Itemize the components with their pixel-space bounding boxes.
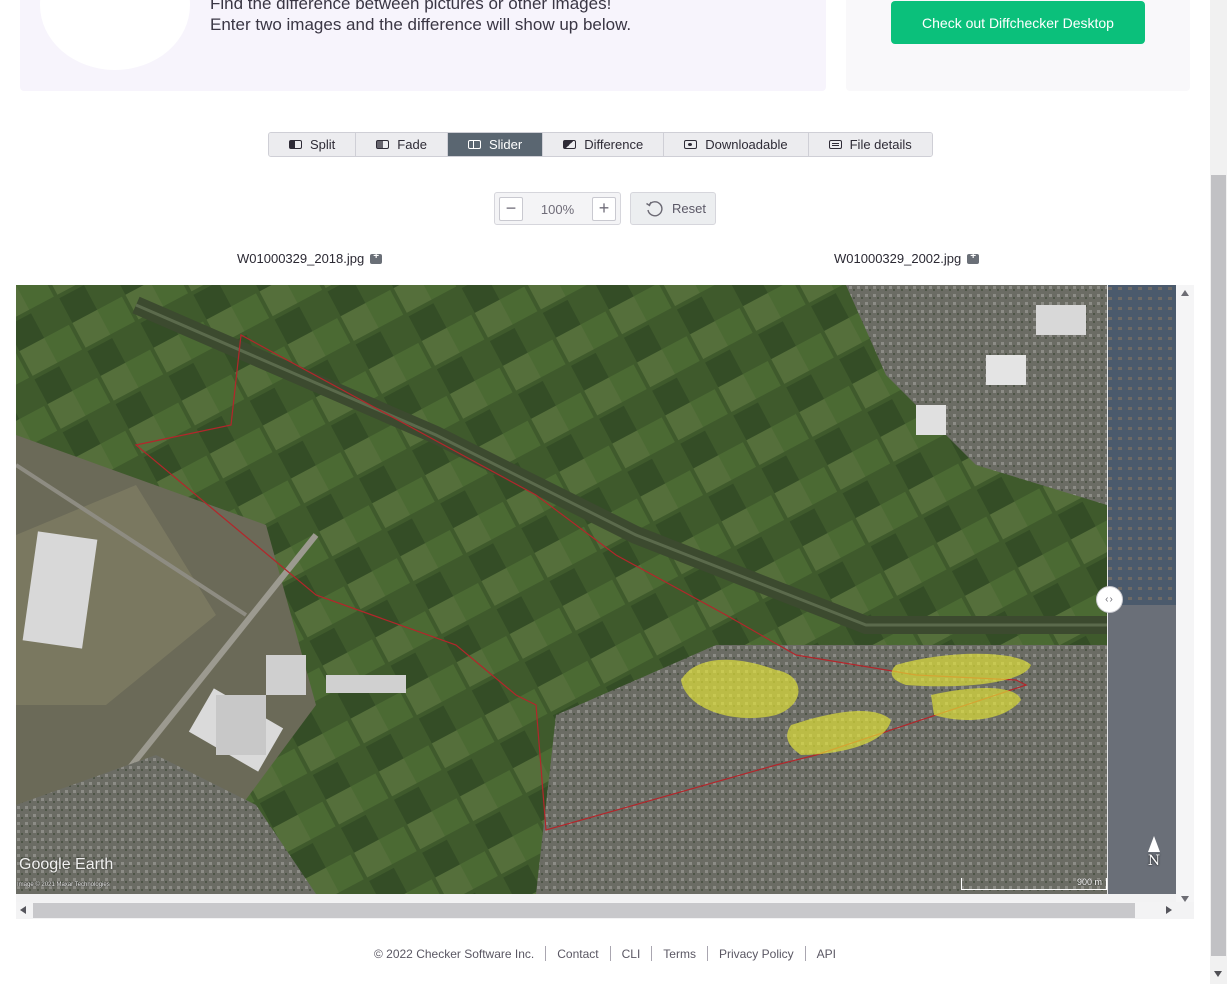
footer-link-api[interactable]: API [817, 947, 836, 961]
map-scale-bar: 900 m [961, 877, 1107, 890]
page-vertical-scrollbar[interactable] [1210, 0, 1227, 984]
tab-label: Downloadable [705, 137, 788, 152]
imagery-credit: Image © 2021 Maxar Technologies [17, 882, 110, 888]
footer-link-cli[interactable]: CLI [622, 947, 641, 961]
north-label: N [1147, 853, 1161, 869]
right-file-label: W01000329_2002.jpg [834, 251, 962, 266]
diffchecker-image-page: Find the difference between pictures or … [0, 0, 1227, 984]
tab-difference[interactable]: Difference [543, 133, 665, 156]
aerial-image-2018 [16, 285, 1176, 894]
slider-handle[interactable]: ‹› [1096, 586, 1123, 613]
slider-view-icon [467, 140, 481, 149]
tab-file-details[interactable]: File details [808, 133, 932, 156]
arrow-up-icon [1148, 836, 1160, 852]
change-file-icon[interactable] [967, 251, 980, 264]
intro-banner: Find the difference between pictures or … [20, 0, 826, 91]
image-comparison-viewer: ‹› Google Earth Image © 2021 Maxar Techn… [16, 285, 1194, 919]
right-file-name: W01000329_2002.jpg [834, 251, 980, 266]
footer-divider [706, 946, 708, 961]
file-details-icon [828, 140, 842, 149]
reset-label: Reset [672, 201, 706, 216]
fade-view-icon [376, 140, 390, 149]
split-view-icon [289, 140, 302, 149]
zoom-level: 100% [540, 202, 575, 217]
footer-link-privacy[interactable]: Privacy Policy [719, 947, 794, 961]
hero-illustration-circle [40, 0, 190, 70]
change-file-icon[interactable] [370, 251, 383, 264]
google-earth-watermark: Google Earth [19, 856, 114, 873]
scroll-left-icon[interactable] [20, 906, 26, 914]
footer-divider [804, 946, 806, 961]
tab-fade[interactable]: Fade [356, 133, 448, 156]
hero-headline: Find the difference between pictures or … [210, 0, 612, 13]
tab-label: Split [310, 137, 336, 152]
downloadable-icon [684, 140, 698, 149]
reset-zoom-button[interactable]: Reset [630, 192, 716, 225]
zoom-control: − 100% + [494, 192, 621, 225]
scale-label: 900 m [1076, 877, 1102, 887]
copyright-text: © 2022 Checker Software Inc. [373, 946, 535, 961]
slider-comparison-canvas[interactable]: ‹› Google Earth Image © 2021 Maxar Techn… [16, 285, 1176, 894]
tab-label: Fade [397, 137, 427, 152]
diffchecker-desktop-button[interactable]: Check out Diffchecker Desktop [891, 1, 1145, 44]
footer-divider [609, 946, 611, 961]
scroll-up-icon[interactable] [1181, 290, 1189, 296]
left-file-name: W01000329_2018.jpg [237, 251, 383, 266]
footer-link-terms[interactable]: Terms [663, 947, 696, 961]
footer-link-contact[interactable]: Contact [557, 947, 598, 961]
zoom-out-button[interactable]: − [499, 197, 523, 221]
viewer-horizontal-scrollbar[interactable] [16, 902, 1194, 919]
footer-divider [651, 946, 653, 961]
desktop-promo-panel: Check out Diffchecker Desktop [846, 0, 1190, 91]
hero-subline: Enter two images and the difference will… [210, 15, 632, 34]
left-file-label: W01000329_2018.jpg [237, 251, 365, 266]
horizontal-scroll-thumb[interactable] [33, 903, 1135, 918]
scroll-right-icon[interactable] [1166, 906, 1172, 914]
tab-slider[interactable]: Slider [447, 133, 544, 156]
difference-view-icon [563, 140, 577, 149]
page-footer: © 2022 Checker Software Inc. Contact CLI… [0, 946, 1210, 961]
tab-label: File details [849, 137, 912, 152]
footer-divider [545, 946, 547, 961]
page-scroll-down-icon[interactable] [1214, 971, 1222, 977]
tab-downloadable[interactable]: Downloadable [664, 133, 809, 156]
tab-label: Slider [488, 137, 523, 152]
tab-label: Difference [584, 137, 644, 152]
zoom-in-button[interactable]: + [592, 197, 616, 221]
north-arrow-icon: N [1144, 836, 1164, 872]
viewer-vertical-scrollbar[interactable] [1176, 285, 1194, 905]
tab-split[interactable]: Split [269, 133, 357, 156]
reset-icon [646, 200, 663, 216]
page-scroll-thumb[interactable] [1211, 175, 1226, 956]
view-mode-tabs: Split Fade Slider Difference Downloadabl… [268, 132, 933, 157]
